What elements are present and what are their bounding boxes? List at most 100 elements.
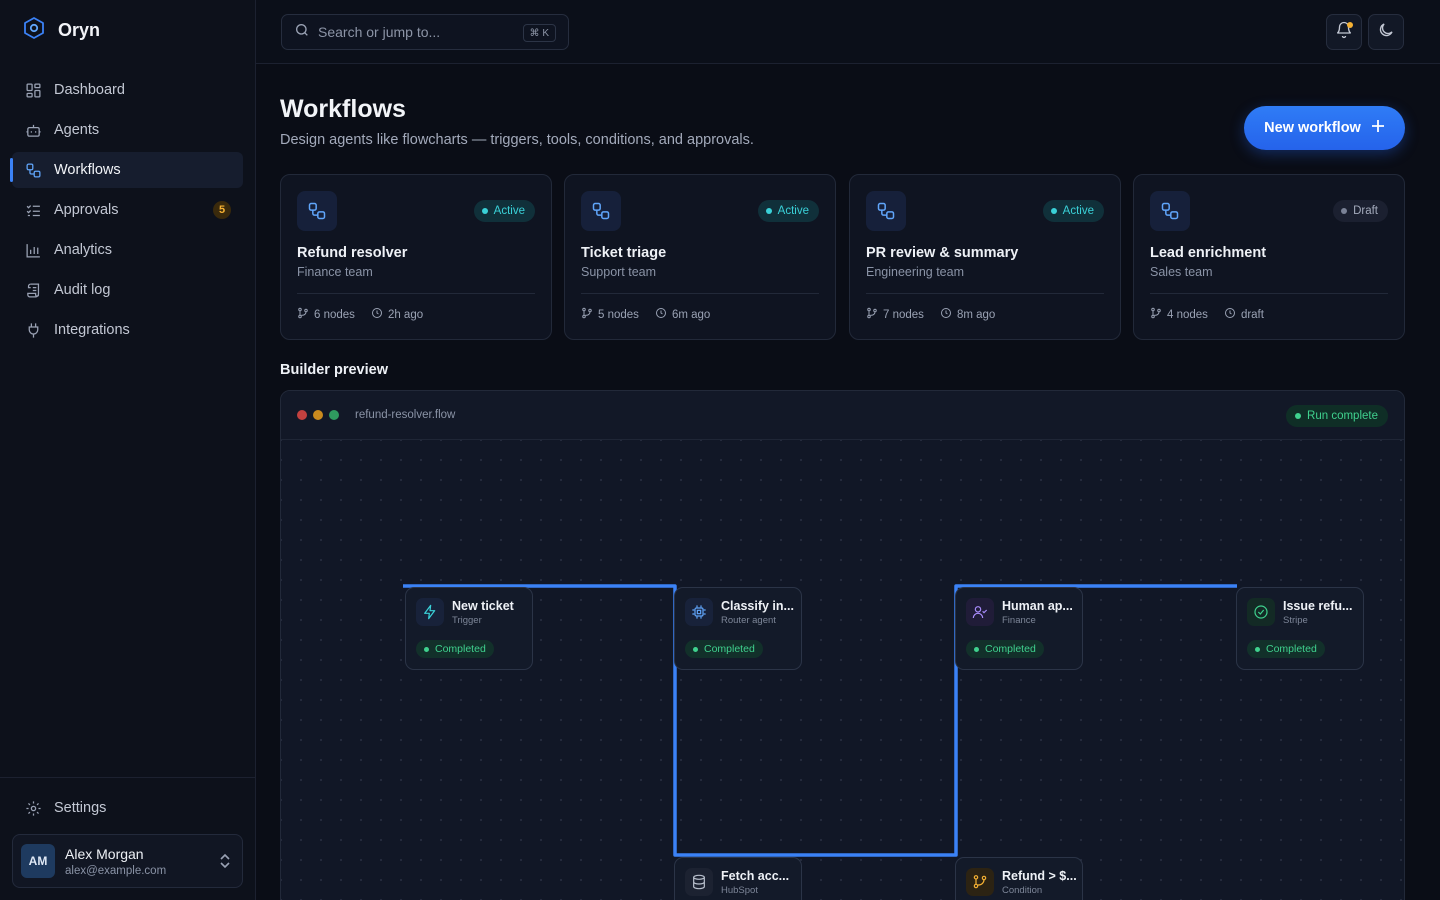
node-title: New ticket xyxy=(452,599,514,613)
bar-chart-icon xyxy=(24,241,42,259)
search-input[interactable] xyxy=(318,24,518,40)
keyboard-shortcut-hint: ⌘ K xyxy=(522,24,556,42)
flow-node-new-ticket[interactable]: New ticket Trigger Completed xyxy=(405,587,533,670)
maximize-dot xyxy=(329,410,339,420)
sidebar-item-audit-log[interactable]: Audit log xyxy=(12,272,243,308)
sidebar-item-label: Agents xyxy=(54,122,100,138)
sidebar-item-dashboard[interactable]: Dashboard xyxy=(12,72,243,108)
flow-node-refund-condition[interactable]: Refund > $... Condition xyxy=(955,857,1083,900)
card-divider xyxy=(866,293,1104,294)
node-subtitle: HubSpot xyxy=(721,885,758,896)
user-info: Alex Morgan alex@example.com xyxy=(65,846,166,877)
updated-time: 6m ago xyxy=(671,308,711,321)
card-title: Lead enrichment xyxy=(1150,245,1267,261)
sidebar-item-integrations[interactable]: Integrations xyxy=(12,312,243,348)
status-badge: Draft xyxy=(1333,200,1388,222)
list-check-icon xyxy=(24,201,42,219)
flow-node-fetch-account[interactable]: Fetch acc... HubSpot xyxy=(674,857,802,900)
chevron-up-down-icon xyxy=(218,853,232,874)
theme-toggle-button[interactable] xyxy=(1368,14,1404,50)
new-workflow-button[interactable]: New workflow xyxy=(1244,106,1405,150)
bolt-icon xyxy=(416,598,444,626)
card-team: Finance team xyxy=(297,265,373,279)
card-title: PR review & summary xyxy=(866,245,1019,261)
sidebar-item-label: Settings xyxy=(54,800,107,816)
cpu-icon xyxy=(685,598,713,626)
clock-icon xyxy=(940,307,952,322)
minimize-dot xyxy=(313,410,323,420)
flow-edges xyxy=(403,584,1237,857)
node-title: Fetch acc... xyxy=(721,869,790,883)
flow-node-human-approval[interactable]: Human ap... Finance Completed xyxy=(955,587,1083,670)
workflow-icon xyxy=(866,191,906,231)
node-subtitle: Router agent xyxy=(721,615,776,626)
status-badge: Active xyxy=(757,200,819,222)
plug-icon xyxy=(24,321,42,339)
sidebar-item-agents[interactable]: Agents xyxy=(12,112,243,148)
moon-icon xyxy=(1377,21,1395,44)
sidebar-item-label: Integrations xyxy=(54,322,130,338)
new-workflow-label: New workflow xyxy=(1264,120,1361,136)
workflow-icon xyxy=(1150,191,1190,231)
updated-time: 2h ago xyxy=(387,308,424,321)
page-subtitle: Design agents like flowcharts — triggers… xyxy=(280,132,754,148)
node-title: Human ap... xyxy=(1002,599,1073,613)
sidebar-item-settings[interactable]: Settings xyxy=(12,790,243,826)
notifications-button[interactable] xyxy=(1326,14,1362,50)
brand[interactable]: Oryn xyxy=(22,16,100,45)
brand-name: Oryn xyxy=(58,20,101,40)
sidebar-item-label: Audit log xyxy=(54,282,111,298)
user-name: Alex Morgan xyxy=(65,845,144,862)
sidebar-item-analytics[interactable]: Analytics xyxy=(12,232,243,268)
node-status: Completed xyxy=(1247,640,1325,658)
app-root: Oryn Dashboard Agents Workflows Approval… xyxy=(0,0,1440,900)
search-icon xyxy=(294,22,310,43)
card-meta: 7 nodes 8m ago xyxy=(866,307,995,322)
node-status: Completed xyxy=(685,640,763,658)
node-title: Refund > $... xyxy=(1002,869,1077,883)
flow-canvas[interactable]: New ticket Trigger Completed Classify in… xyxy=(281,440,1404,900)
workflow-card-pr-review[interactable]: Active PR review & summary Engineering t… xyxy=(849,174,1121,340)
workflow-card-refund-resolver[interactable]: Active Refund resolver Finance team 6 no… xyxy=(280,174,552,340)
sidebar-item-approvals[interactable]: Approvals 5 xyxy=(12,192,243,228)
search-box[interactable]: ⌘ K xyxy=(281,14,569,50)
sidebar-item-workflows[interactable]: Workflows xyxy=(10,152,243,188)
user-email: alex@example.com xyxy=(65,864,167,877)
node-subtitle: Trigger xyxy=(452,615,482,626)
window-controls xyxy=(297,410,339,420)
sidebar-item-label: Workflows xyxy=(54,162,121,178)
git-branch-icon xyxy=(1150,307,1162,322)
flow-node-classify[interactable]: Classify in... Router agent Completed xyxy=(674,587,802,670)
workflow-cards: Active Refund resolver Finance team 6 no… xyxy=(280,174,1405,340)
updated-time: draft xyxy=(1240,308,1264,321)
node-count: 7 nodes xyxy=(883,308,924,321)
workflow-icon xyxy=(581,191,621,231)
builder-header: refund-resolver.flow Run complete xyxy=(281,391,1404,440)
sidebar-item-label: Approvals xyxy=(54,202,119,218)
node-status: Completed xyxy=(966,640,1044,658)
clock-icon xyxy=(655,307,667,322)
gear-icon xyxy=(24,799,42,817)
settings-section: Settings xyxy=(12,790,243,830)
workflow-card-lead-enrichment[interactable]: Draft Lead enrichment Sales team 4 nodes… xyxy=(1133,174,1405,340)
user-menu[interactable]: AM Alex Morgan alex@example.com xyxy=(12,834,243,888)
workflow-card-ticket-triage[interactable]: Active Ticket triage Support team 5 node… xyxy=(564,174,836,340)
logo-icon xyxy=(22,16,46,45)
sidebar: Oryn Dashboard Agents Workflows Approval… xyxy=(0,0,256,900)
node-count: 6 nodes xyxy=(314,308,355,321)
clock-icon xyxy=(371,307,383,322)
dashboard-icon xyxy=(24,81,42,99)
card-divider xyxy=(1150,293,1388,294)
flow-node-issue-refund[interactable]: Issue refu... Stripe Completed xyxy=(1236,587,1364,670)
card-title: Ticket triage xyxy=(581,245,667,261)
topbar: ⌘ K xyxy=(256,0,1440,64)
node-title: Issue refu... xyxy=(1283,599,1353,613)
run-status-badge: Run complete xyxy=(1286,405,1388,427)
card-team: Sales team xyxy=(1150,265,1213,279)
scroll-icon xyxy=(24,281,42,299)
node-subtitle: Condition xyxy=(1002,885,1043,896)
flow-file-name: refund-resolver.flow xyxy=(355,409,456,421)
avatar: AM xyxy=(21,844,55,878)
git-branch-icon xyxy=(297,307,309,322)
git-branch-icon xyxy=(581,307,593,322)
